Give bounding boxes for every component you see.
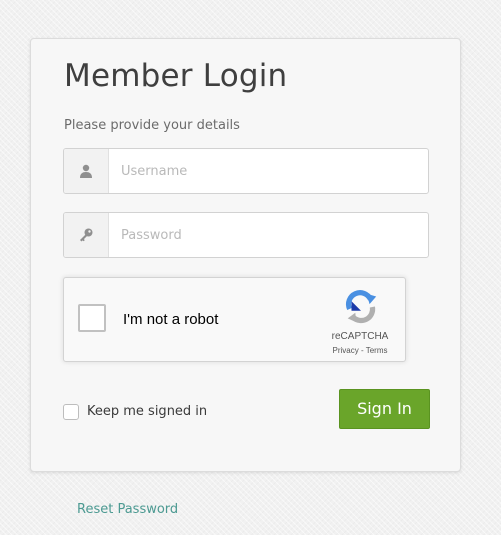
recaptcha-label: I'm not a robot [123, 311, 219, 328]
username-group [63, 148, 429, 194]
remember-label[interactable]: Keep me signed in [87, 404, 207, 419]
login-card: Member Login Please provide your details… [30, 38, 461, 472]
recaptcha-checkbox[interactable] [78, 304, 106, 332]
recaptcha-links: Privacy - Terms [320, 346, 400, 355]
recaptcha-links-separator: - [358, 346, 366, 355]
recaptcha-privacy-link[interactable]: Privacy [333, 346, 359, 355]
recaptcha-widget: I'm not a robot reCAPTCHA Privacy - Term… [63, 277, 406, 362]
key-icon [64, 213, 109, 257]
recaptcha-logo-icon [345, 290, 377, 324]
recaptcha-terms-link[interactable]: Terms [366, 346, 388, 355]
sign-in-button[interactable]: Sign In [339, 389, 430, 429]
password-input[interactable] [109, 213, 424, 257]
user-icon [64, 149, 109, 193]
password-group [63, 212, 429, 258]
username-input[interactable] [109, 149, 424, 193]
subtitle: Please provide your details [64, 118, 240, 133]
remember-checkbox[interactable] [63, 404, 79, 420]
recaptcha-brand: reCAPTCHA [331, 331, 389, 342]
reset-password-link[interactable]: Reset Password [77, 502, 178, 517]
page-title: Member Login [64, 58, 288, 94]
